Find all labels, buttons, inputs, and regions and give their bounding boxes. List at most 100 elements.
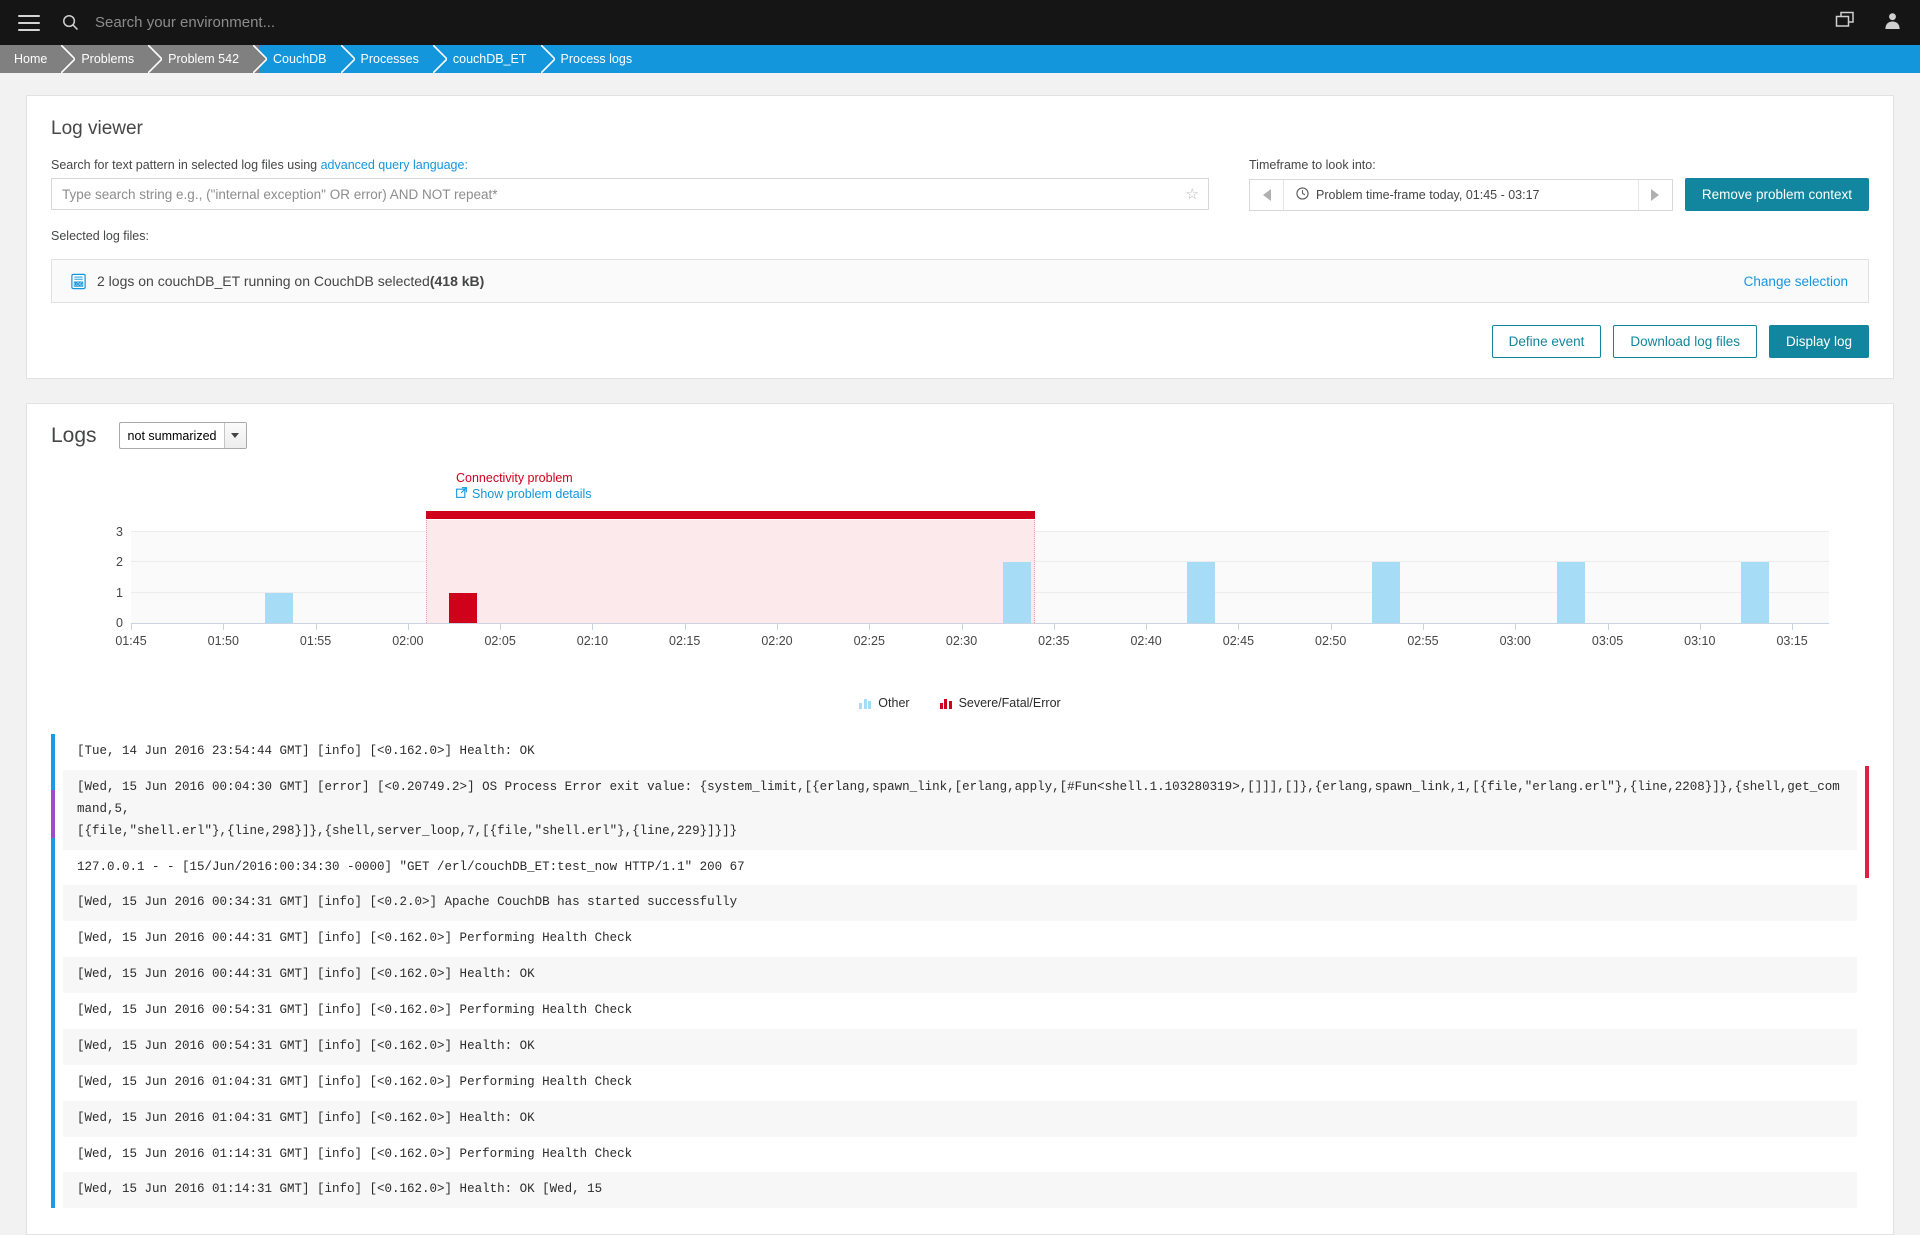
breadcrumb-label: Problems [81,52,135,66]
chart-x-tick-label: 02:30 [945,634,978,648]
selected-log-files-label: Selected log files: [51,229,149,243]
breadcrumb-item-problem-542[interactable]: Problem 542 [154,45,268,73]
selected-log-files-box: LOG 2 logs on couchDB_ET running on Couc… [51,259,1869,303]
advanced-query-language-link[interactable]: advanced query language: [321,158,468,172]
chart-x-tick-label: 03:10 [1684,634,1716,648]
chart-x-axis: 01:45 01:50 01:55 02:00 02:05 02:10 02:15 02:20… [115,623,1829,657]
legend-label: Severe/Fatal/Error [958,696,1061,710]
bar-chart-icon [939,698,952,709]
breadcrumb-item-problems[interactable]: Problems [67,45,163,73]
chart-x-tick-label: 01:50 [207,634,239,648]
chart-x-tick-label: 02:05 [484,634,516,648]
breadcrumb-item-process-logs[interactable]: Process logs [546,45,653,73]
search-icon[interactable] [62,14,79,31]
top-bar-actions [1835,0,1902,45]
search-input[interactable] [93,13,613,32]
log-line[interactable]: [Wed, 15 Jun 2016 00:54:31 GMT] [info] [… [63,1028,1857,1065]
log-file-icon: LOG [70,273,87,290]
breadcrumb-item-couchdb[interactable]: CouchDB [259,45,355,73]
log-line[interactable]: [Wed, 15 Jun 2016 00:44:31 GMT] [info] [… [63,957,1857,993]
display-log-button[interactable]: Display log [1768,325,1869,358]
log-line[interactable]: [Wed, 15 Jun 2016 00:54:31 GMT] [info] [… [63,993,1857,1029]
chart-x-tick: 02:15 [669,623,700,648]
log-line[interactable]: [Wed, 15 Jun 2016 01:04:31 GMT] [info] [… [63,1065,1857,1101]
log-histogram-chart: Connectivity problem Show problem detail… [51,471,1869,686]
breadcrumb-item-processes[interactable]: Processes [346,45,447,73]
user-avatar-icon[interactable] [1883,11,1902,35]
breadcrumb-label: CouchDB [273,52,327,66]
search-label-text: Search for text pattern in selected log … [51,158,321,172]
log-line[interactable]: [Tue, 14 Jun 2016 23:54:44 GMT] [info] [… [63,734,1857,770]
log-line[interactable]: [Wed, 15 Jun 2016 00:34:31 GMT] [info] [… [63,885,1857,922]
log-lines-list: [Tue, 14 Jun 2016 23:54:44 GMT] [info] [… [51,734,1869,1209]
chart-x-tick-label: 02:40 [1130,634,1162,648]
remove-problem-context-button[interactable]: Remove problem context [1684,178,1869,211]
annotation-title: Connectivity problem [456,471,573,485]
define-event-button[interactable]: Define event [1491,325,1602,358]
summarize-select[interactable]: not summarizedsummarized [118,422,247,449]
log-line[interactable]: [Wed, 15 Jun 2016 01:14:31 GMT] [info] [… [63,1137,1857,1173]
timeframe-prev-button[interactable] [1250,180,1284,210]
log-line[interactable]: [Wed, 15 Jun 2016 01:14:31 GMT] [info] [… [63,1172,1857,1209]
breadcrumb-label: Processes [360,52,419,66]
log-line[interactable]: 127.0.0.1 - - [15/Jun/2016:00:34:30 -000… [63,850,1857,886]
show-problem-details-label: Show problem details [472,487,592,501]
windows-icon[interactable] [1835,11,1855,34]
log-scroll-markers[interactable] [1865,734,1869,1208]
chart-x-tick-label: 02:25 [853,634,885,648]
hamburger-menu-icon[interactable] [18,14,40,31]
log-line[interactable]: [Wed, 15 Jun 2016 01:04:31 GMT] [info] [… [63,1100,1857,1137]
chart-x-tick: 01:55 [300,623,331,648]
log-viewer-card: Log viewer Search for text pattern in se… [26,95,1894,379]
chart-bar[interactable] [1002,562,1031,623]
logs-header: Logs not summarizedsummarized [51,422,1869,449]
breadcrumb-label: Problem 542 [168,52,240,66]
chart-x-tick: 02:30 [946,623,977,648]
log-line[interactable]: [Wed, 15 Jun 2016 00:44:31 GMT] [info] [… [63,921,1857,957]
chart-bar[interactable] [264,592,293,623]
chart-x-tick-label: 01:45 [115,634,147,648]
chart-x-tick-label: 02:15 [669,634,701,648]
star-icon[interactable]: ☆ [1186,185,1199,203]
chart-x-tick-label: 03:00 [1499,634,1531,648]
change-selection-link[interactable]: Change selection [1744,274,1848,289]
chart-bar[interactable] [1187,562,1216,623]
timeframe-value[interactable]: Problem time-frame today, 01:45 - 03:17 [1284,180,1638,210]
chart-x-tick-label: 02:45 [1222,634,1255,648]
bar-chart-icon [859,698,872,709]
logs-card: Logs not summarizedsummarized Connectivi… [26,403,1894,1235]
chart-x-tick-label: 02:20 [761,634,793,648]
chart-x-tick: 02:00 [392,623,423,648]
timeframe-next-button[interactable] [1637,180,1672,210]
chart-x-tick: 02:50 [1315,623,1346,648]
chart-annotation: Connectivity problem Show problem detail… [456,471,592,501]
chart-x-tick: 01:45 [115,623,147,648]
log-line[interactable]: [Wed, 15 Jun 2016 00:04:30 GMT] [error] … [63,769,1857,850]
action-buttons: Define event Download log files Display … [51,325,1869,358]
breadcrumb-item-home[interactable]: Home [0,45,76,73]
breadcrumb-item-couchdb-et[interactable]: couchDB_ET [438,45,555,73]
chart-x-tick: 03:05 [1592,623,1623,648]
chart-x-tick-label: 03:15 [1776,634,1808,648]
legend-label: Other [878,696,910,710]
download-log-files-button[interactable]: Download log files [1613,325,1757,358]
legend-item-severe-fatal-error[interactable]: Severe/Fatal/Error [939,696,1061,710]
chart-x-tick: 02:35 [1038,623,1069,648]
chart-bar[interactable] [1741,562,1770,623]
timeframe-picker[interactable]: Problem time-frame today, 01:45 - 03:17 [1249,179,1673,211]
chart-bar[interactable] [1556,562,1585,623]
legend-item-other[interactable]: Other [859,696,910,710]
chart-bar[interactable] [449,592,478,623]
search-pattern-input[interactable] [51,178,1209,210]
breadcrumb-label: Home [14,52,48,66]
chart-bar[interactable] [1372,562,1401,623]
chart-x-tick: 02:55 [1407,623,1439,648]
timeframe-column: Timeframe to look into: Problem time-fra… [1249,158,1869,211]
search-label: Search for text pattern in selected log … [51,158,1209,172]
chart-y-axis: 0 1 2 3 [97,523,123,633]
chart-x-tick: 01:50 [208,623,239,648]
log-scroll-marker-error[interactable] [1865,766,1869,878]
chart-x-tick: 03:10 [1684,623,1715,648]
chart-x-tick-label: 02:55 [1407,634,1439,648]
show-problem-details-link[interactable]: Show problem details [456,487,592,501]
